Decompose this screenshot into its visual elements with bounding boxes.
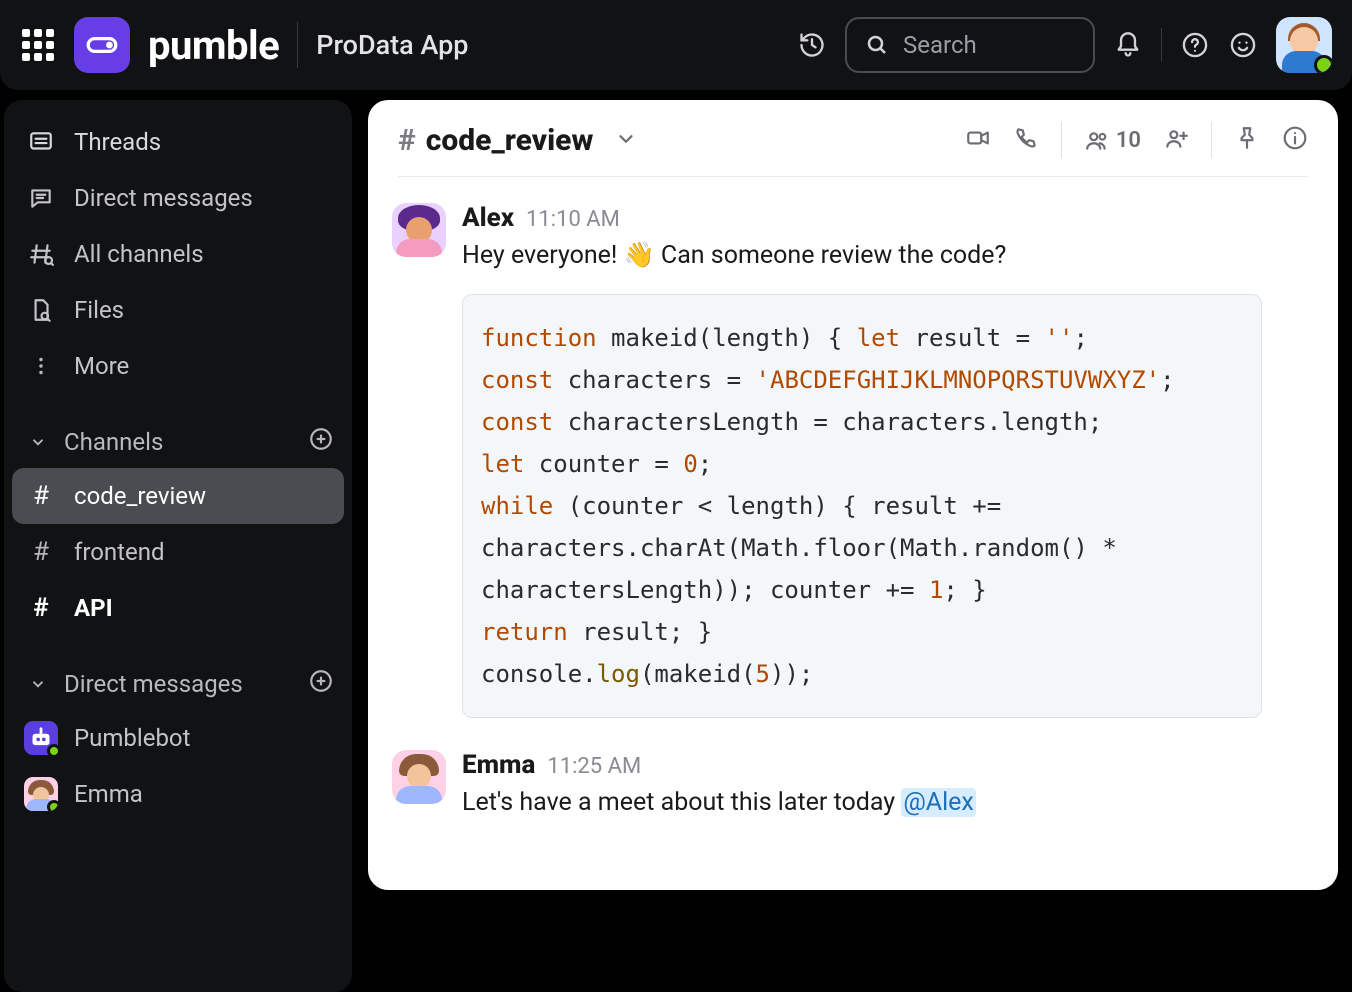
dms-section-header[interactable]: Direct messages bbox=[12, 658, 344, 710]
dm-avatar bbox=[24, 777, 58, 811]
brand-logo[interactable] bbox=[74, 17, 130, 73]
avatar[interactable] bbox=[392, 750, 446, 804]
history-icon[interactable] bbox=[797, 30, 827, 60]
message-time: 11:25 AM bbox=[547, 754, 641, 779]
code-block[interactable]: function makeid(length) { let result = '… bbox=[462, 294, 1262, 718]
message: Emma 11:25 AM Let's have a meet about th… bbox=[384, 742, 1322, 833]
workspace-name[interactable]: ProData App bbox=[316, 29, 468, 61]
channel-header: # code_review 10 bbox=[368, 100, 1338, 176]
divider bbox=[1211, 122, 1212, 158]
nav-all-channels[interactable]: All channels bbox=[12, 226, 344, 282]
hash-icon: # bbox=[398, 123, 416, 158]
chevron-down-icon[interactable] bbox=[615, 123, 637, 158]
add-channel-button[interactable] bbox=[308, 426, 334, 458]
dm-item-emma[interactable]: Emma bbox=[12, 766, 344, 822]
section-label: Direct messages bbox=[64, 670, 243, 698]
nav-more[interactable]: More bbox=[12, 338, 344, 394]
nav-files[interactable]: Files bbox=[12, 282, 344, 338]
chevron-down-icon bbox=[26, 433, 50, 451]
all-channels-icon bbox=[26, 241, 56, 267]
message-time: 11:10 AM bbox=[526, 207, 620, 232]
audio-call-icon[interactable] bbox=[1013, 125, 1039, 155]
member-count[interactable]: 10 bbox=[1084, 127, 1141, 153]
channel-item-code_review[interactable]: # code_review bbox=[12, 468, 344, 524]
threads-icon bbox=[26, 129, 56, 155]
files-icon bbox=[26, 297, 56, 323]
members-icon bbox=[1084, 127, 1110, 153]
section-label: Channels bbox=[64, 428, 163, 456]
search-icon bbox=[865, 33, 889, 57]
presence-dot bbox=[1314, 55, 1332, 73]
divider bbox=[297, 22, 298, 68]
member-count-value: 10 bbox=[1116, 128, 1141, 153]
nav-direct-messages[interactable]: Direct messages bbox=[12, 170, 344, 226]
chevron-down-icon bbox=[26, 675, 50, 693]
dm-item-pumblebot[interactable]: Pumblebot bbox=[12, 710, 344, 766]
notifications-icon[interactable] bbox=[1113, 30, 1143, 60]
help-icon[interactable] bbox=[1180, 30, 1210, 60]
channel-actions: 10 bbox=[965, 122, 1308, 158]
author-name[interactable]: Emma bbox=[462, 750, 535, 780]
divider bbox=[1061, 122, 1062, 158]
nav-threads[interactable]: Threads bbox=[12, 114, 344, 170]
main-panel: # code_review 10 bbox=[368, 100, 1338, 890]
nav-label: All channels bbox=[74, 240, 204, 268]
channel-item-api[interactable]: # API bbox=[12, 580, 344, 636]
message-text: Let's have a meet about this later today… bbox=[462, 784, 1314, 823]
hash-icon: # bbox=[26, 537, 56, 567]
dm-name: Emma bbox=[74, 780, 143, 808]
dm-icon bbox=[26, 185, 56, 211]
channel-name: code_review bbox=[426, 123, 594, 158]
author-name[interactable]: Alex bbox=[462, 203, 514, 233]
apps-grid-icon[interactable] bbox=[20, 27, 56, 63]
video-call-icon[interactable] bbox=[965, 125, 991, 155]
avatar-me[interactable] bbox=[1276, 17, 1332, 73]
channel-name: API bbox=[74, 594, 113, 622]
pin-icon[interactable] bbox=[1234, 125, 1260, 155]
channel-name: code_review bbox=[74, 482, 206, 510]
nav-label: Threads bbox=[74, 128, 161, 156]
nav-label: More bbox=[74, 352, 129, 380]
channel-name: frontend bbox=[74, 538, 165, 566]
info-icon[interactable] bbox=[1282, 125, 1308, 155]
divider bbox=[1161, 28, 1162, 62]
search-box[interactable]: Search bbox=[845, 17, 1095, 73]
sidebar: Threads Direct messages All channels Fil… bbox=[4, 100, 352, 992]
topbar: pumble ProData App Search bbox=[0, 0, 1352, 90]
channel-title[interactable]: # code_review bbox=[398, 123, 637, 158]
channels-section-header[interactable]: Channels bbox=[12, 416, 344, 468]
search-placeholder: Search bbox=[903, 31, 977, 59]
hash-icon: # bbox=[26, 593, 56, 623]
dm-avatar bbox=[24, 721, 58, 755]
more-icon bbox=[26, 353, 56, 379]
wave-emoji: 👋 bbox=[624, 241, 655, 270]
channel-item-frontend[interactable]: # frontend bbox=[12, 524, 344, 580]
avatar[interactable] bbox=[392, 203, 446, 257]
message-list: Alex 11:10 AM Hey everyone! 👋 Can someon… bbox=[368, 177, 1338, 853]
emoji-icon[interactable] bbox=[1228, 30, 1258, 60]
nav-label: Direct messages bbox=[74, 184, 253, 212]
dm-name: Pumblebot bbox=[74, 724, 190, 752]
add-member-icon[interactable] bbox=[1163, 125, 1189, 155]
mention[interactable]: @Alex bbox=[901, 788, 976, 817]
hash-icon: # bbox=[26, 481, 56, 511]
message: Alex 11:10 AM Hey everyone! 👋 Can someon… bbox=[384, 195, 1322, 728]
message-text: Hey everyone! 👋 Can someone review the c… bbox=[462, 237, 1314, 276]
add-dm-button[interactable] bbox=[308, 668, 334, 700]
brand-wordmark: pumble bbox=[148, 22, 279, 69]
nav-label: Files bbox=[74, 296, 124, 324]
